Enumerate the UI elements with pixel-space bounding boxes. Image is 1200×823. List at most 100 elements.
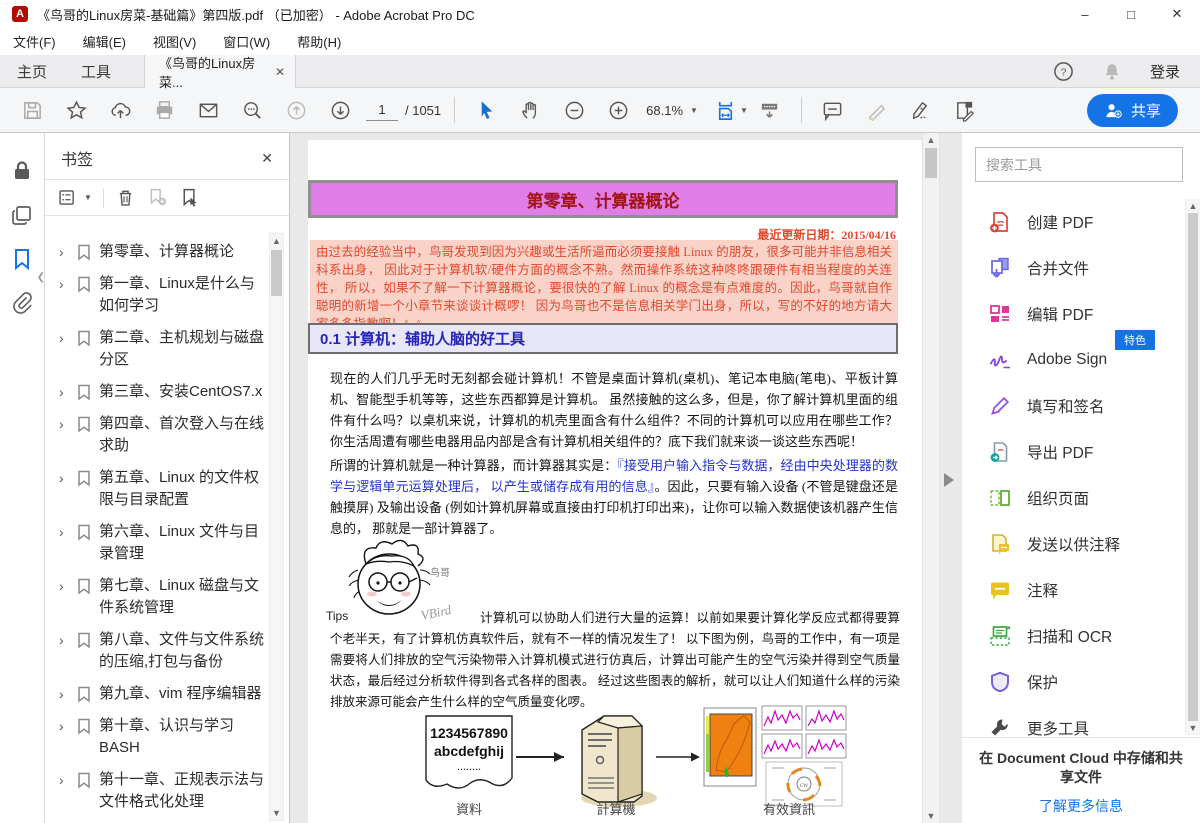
tool-item[interactable]: 更多工具	[962, 705, 1185, 737]
zoom-level-dropdown[interactable]: 68.1% ▼	[640, 103, 704, 118]
panel-collapse-notch[interactable]: ❮	[37, 272, 45, 283]
print-icon[interactable]	[142, 93, 186, 127]
expand-arrow-icon[interactable]	[944, 473, 954, 487]
share-button[interactable]: 共享	[1087, 94, 1178, 127]
chevron-right-icon[interactable]: ›	[59, 769, 69, 791]
scroll-down-icon[interactable]: ▼	[270, 808, 283, 818]
maximize-button[interactable]: □	[1108, 0, 1154, 28]
chevron-down-icon[interactable]: ▼	[740, 106, 748, 115]
cloud-upload-icon[interactable]	[98, 93, 142, 127]
scroll-up-icon[interactable]: ▲	[923, 135, 939, 145]
menu-file[interactable]: 文件(F)	[13, 32, 56, 51]
tools-scrollbar[interactable]: ▲ ▼	[1185, 199, 1200, 735]
bookmark-item[interactable]: › 第四章、首次登入与在线求助	[59, 408, 267, 462]
chevron-right-icon[interactable]: ›	[59, 273, 69, 295]
tab-home[interactable]: 主页	[0, 55, 64, 87]
scroll-down-icon[interactable]: ▼	[1186, 723, 1200, 733]
bookmark-item[interactable]: › 第九章、vim 程序编辑器	[59, 678, 267, 710]
chevron-right-icon[interactable]: ›	[59, 467, 69, 489]
chevron-right-icon[interactable]: ›	[59, 381, 69, 403]
scroll-up-icon[interactable]: ▲	[1186, 201, 1200, 211]
scrollbar-thumb[interactable]	[1188, 213, 1198, 721]
scrollbar-thumb[interactable]	[925, 148, 937, 178]
bookmark-item[interactable]: › 第八章、文件与文件系统的压缩,打包与备份	[59, 624, 267, 678]
star-icon[interactable]	[54, 93, 98, 127]
chevron-right-icon[interactable]: ›	[59, 241, 69, 263]
bookmark-item[interactable]: › 第十二章、学习 Shell Script	[59, 818, 267, 823]
next-page-icon[interactable]	[318, 93, 362, 127]
bookmark-item[interactable]: › 第十章、认识与学习BASH	[59, 710, 267, 764]
bookmark-item[interactable]: › 第零章、计算器概论	[59, 236, 267, 268]
bookmarks-close-icon[interactable]: ✕	[261, 150, 273, 167]
hand-tool-icon[interactable]	[508, 93, 552, 127]
bookmarks-scrollbar[interactable]: ▲ ▼	[269, 233, 284, 821]
search-icon[interactable]	[230, 93, 274, 127]
zoom-out-icon[interactable]	[552, 93, 596, 127]
select-tool-icon[interactable]	[464, 93, 508, 127]
lock-icon[interactable]	[10, 159, 34, 183]
bookmark-item[interactable]: › 第七章、Linux 磁盘与文件系统管理	[59, 570, 267, 624]
bookmark-options-icon[interactable]	[57, 187, 78, 208]
chevron-right-icon[interactable]: ›	[59, 521, 69, 543]
login-button[interactable]: 登录	[1150, 61, 1180, 82]
highlight-icon[interactable]	[855, 93, 899, 127]
chevron-down-icon[interactable]: ▼	[84, 193, 92, 202]
document-scrollbar[interactable]: ▲ ▼	[922, 133, 940, 823]
menu-help[interactable]: 帮助(H)	[297, 32, 341, 51]
document-viewport[interactable]: 第零章、计算器概论 最近更新日期：2015/04/16 由过去的经验当中，鸟哥发…	[290, 133, 962, 823]
bookmark-item[interactable]: › 第五章、Linux 的文件权限与目录配置	[59, 462, 267, 516]
page-thumbnails-icon[interactable]	[10, 203, 34, 227]
comment-icon[interactable]	[811, 93, 855, 127]
tool-item[interactable]: 保护	[962, 659, 1185, 705]
tab-tools[interactable]: 工具	[64, 55, 128, 87]
bookmark-item[interactable]: › 第十一章、正规表示法与文件格式化处理	[59, 764, 267, 818]
chevron-right-icon[interactable]: ›	[59, 327, 69, 349]
bookmark-item[interactable]: › 第六章、Linux 文件与目录管理	[59, 516, 267, 570]
chevron-right-icon[interactable]: ›	[59, 683, 69, 705]
tools-search-input[interactable]	[975, 147, 1183, 182]
tool-item[interactable]: 发送以供注释	[962, 521, 1185, 567]
tool-item[interactable]: 组织页面	[962, 475, 1185, 521]
tool-item[interactable]: 注释	[962, 567, 1185, 613]
sign-pen-icon[interactable]	[899, 93, 943, 127]
attachments-icon[interactable]	[10, 291, 34, 315]
email-icon[interactable]	[186, 93, 230, 127]
tab-close-icon[interactable]: ✕	[275, 65, 285, 79]
zoom-in-icon[interactable]	[596, 93, 640, 127]
bookmark-item[interactable]: › 第二章、主机规划与磁盘分区	[59, 322, 267, 376]
bookmark-icon	[77, 632, 91, 649]
learn-more-link[interactable]: 了解更多信息	[1039, 796, 1123, 816]
tool-item[interactable]: 扫描和 OCR	[962, 613, 1185, 659]
delete-bookmark-icon[interactable]	[115, 187, 136, 208]
page-number-input[interactable]	[366, 99, 398, 121]
bookmark-item[interactable]: › 第三章、安装CentOS7.x	[59, 376, 267, 408]
edit-tools-icon[interactable]	[943, 93, 987, 127]
scroll-up-icon[interactable]: ▲	[270, 236, 283, 246]
scrollbar-thumb[interactable]	[271, 250, 282, 296]
close-button[interactable]: ✕	[1154, 0, 1200, 28]
chevron-right-icon[interactable]: ›	[59, 629, 69, 651]
tool-item[interactable]: 创建 PDF	[962, 199, 1185, 245]
chevron-right-icon[interactable]: ›	[59, 715, 69, 737]
new-bookmark-icon[interactable]	[147, 187, 168, 208]
tool-item[interactable]: 导出 PDF	[962, 429, 1185, 475]
expand-current-bookmark-icon[interactable]	[179, 187, 200, 208]
chevron-right-icon[interactable]: ›	[59, 575, 69, 597]
menu-edit[interactable]: 编辑(E)	[83, 32, 126, 51]
tool-item[interactable]: 填写和签名	[962, 383, 1185, 429]
menu-view[interactable]: 视图(V)	[153, 32, 196, 51]
display-settings-icon[interactable]	[748, 93, 792, 127]
previous-page-icon[interactable]	[274, 93, 318, 127]
bookmarks-panel-icon[interactable]	[10, 247, 34, 271]
menu-window[interactable]: 窗口(W)	[223, 32, 270, 51]
tool-item[interactable]: 合并文件	[962, 245, 1185, 291]
scroll-down-icon[interactable]: ▼	[923, 811, 939, 821]
minimize-button[interactable]: –	[1062, 0, 1108, 28]
bookmark-item[interactable]: › 第一章、Linux是什么与如何学习	[59, 268, 267, 322]
notifications-bell-icon[interactable]	[1102, 61, 1122, 82]
help-icon[interactable]: ?	[1053, 61, 1074, 82]
tab-document[interactable]: 《鸟哥的Linux房菜... ✕	[144, 55, 296, 88]
save-icon[interactable]	[10, 93, 54, 127]
tool-item[interactable]: Adobe Sign 特色	[962, 337, 1185, 383]
chevron-right-icon[interactable]: ›	[59, 413, 69, 435]
